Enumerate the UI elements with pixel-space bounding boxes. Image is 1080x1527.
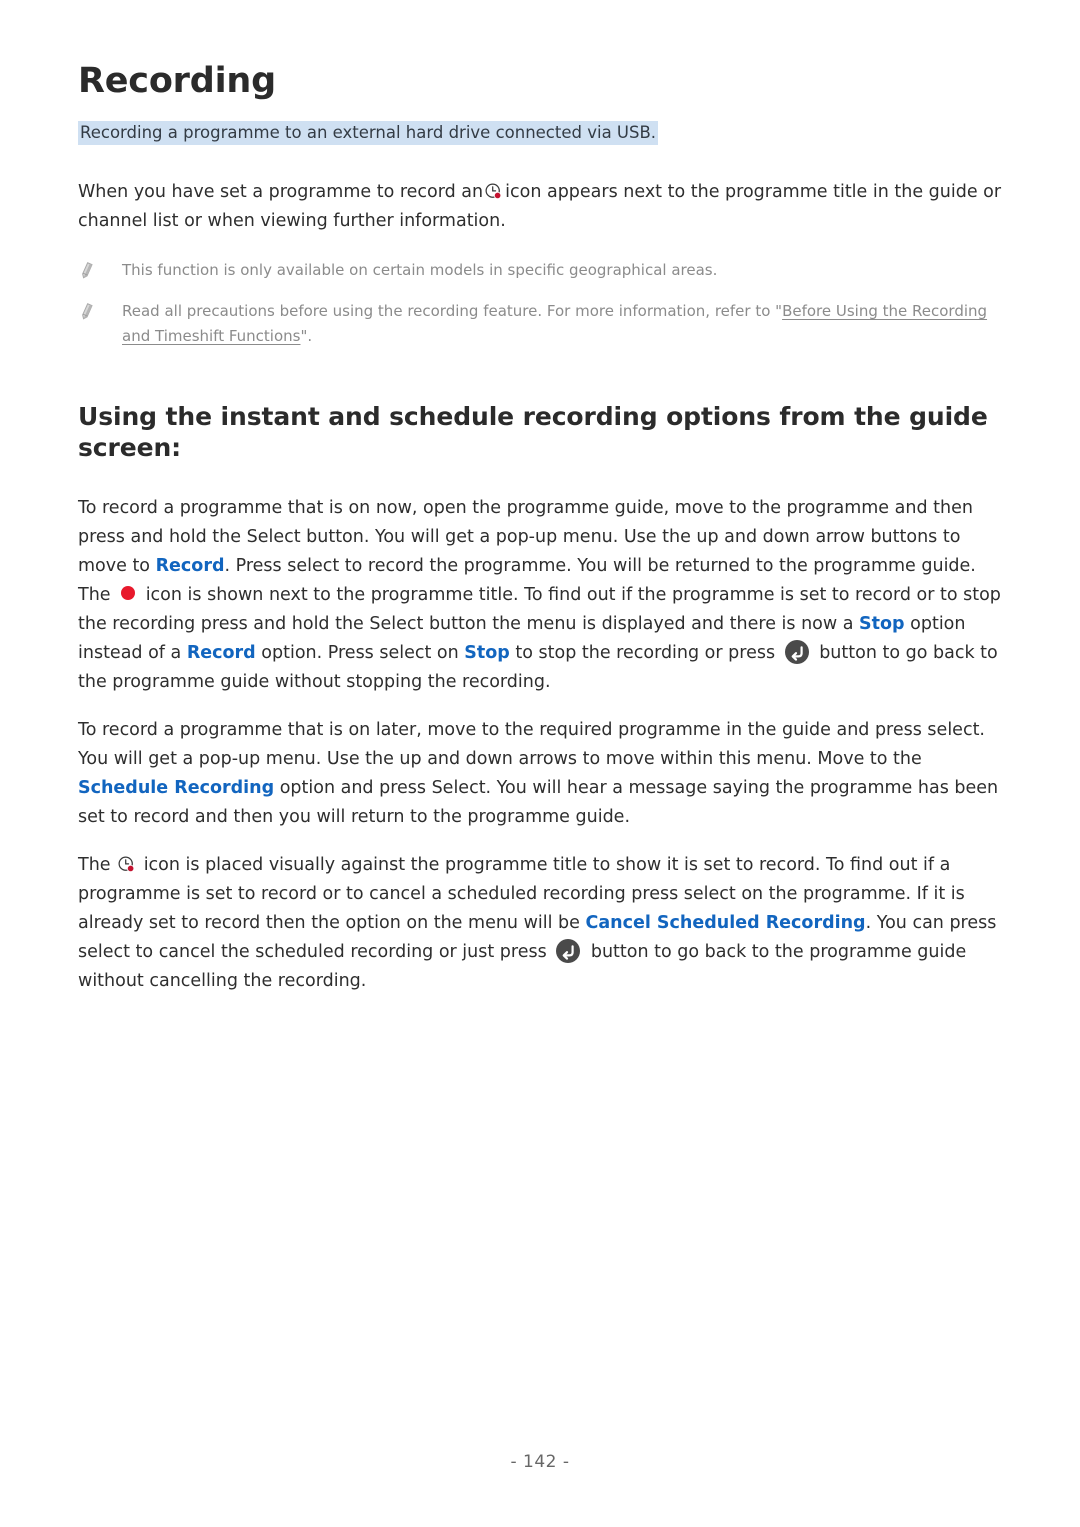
record-option-link[interactable]: Record [156,556,225,576]
p1-text-5: option. Press select on [255,643,465,664]
page-content: Recording Recording a programme to an ex… [78,60,1008,996]
page-number: - 142 - [510,1452,570,1472]
note-item: This function is only available on certa… [78,258,1008,283]
note-text-after: ". [300,326,313,345]
page-title: Recording [78,61,276,101]
stop-option-link[interactable]: Stop [464,643,510,663]
section-guide-recording: Using the instant and schedule recording… [78,401,1008,997]
intro-paragraph: When you have set a programme to record … [78,178,1008,236]
section-paragraph-3: The icon is placed visually against the … [78,851,1008,996]
return-button-icon [784,639,810,665]
stop-option-link[interactable]: Stop [859,614,905,634]
p1-text-6: to stop the recording or press [509,643,781,664]
record-option-link[interactable]: Record [187,643,256,663]
return-button-icon [555,938,581,964]
p2-text-1: To record a programme that is on later, … [78,720,985,770]
p3-text-1: The [78,855,117,876]
schedule-recording-clock-icon [117,855,136,874]
note-text: Read all precautions before using the re… [122,299,1008,349]
note-text: This function is only available on certa… [122,260,718,279]
intro-text-part1: When you have set a programme to record … [78,181,484,202]
record-dot-icon [121,586,136,601]
section-paragraph-2: To record a programme that is on later, … [78,716,1008,832]
schedule-recording-option-link[interactable]: Schedule Recording [78,778,274,798]
pencil-note-icon [78,302,96,322]
section-heading: Using the instant and schedule recording… [78,401,988,462]
document-page: Recording Recording a programme to an ex… [0,0,1080,1527]
cancel-scheduled-recording-link[interactable]: Cancel Scheduled Recording [585,913,865,933]
subtitle-container: Recording a programme to an external har… [78,120,1008,147]
note-item: Read all precautions before using the re… [78,299,1008,349]
note-text-before: Read all precautions before using the re… [122,301,783,320]
section-paragraph-1: To record a programme that is on now, op… [78,494,1008,697]
pencil-note-icon [78,261,96,281]
notes-list: This function is only available on certa… [78,258,1008,349]
schedule-recording-clock-icon [484,182,503,201]
highlighted-subtitle: Recording a programme to an external har… [78,121,659,145]
